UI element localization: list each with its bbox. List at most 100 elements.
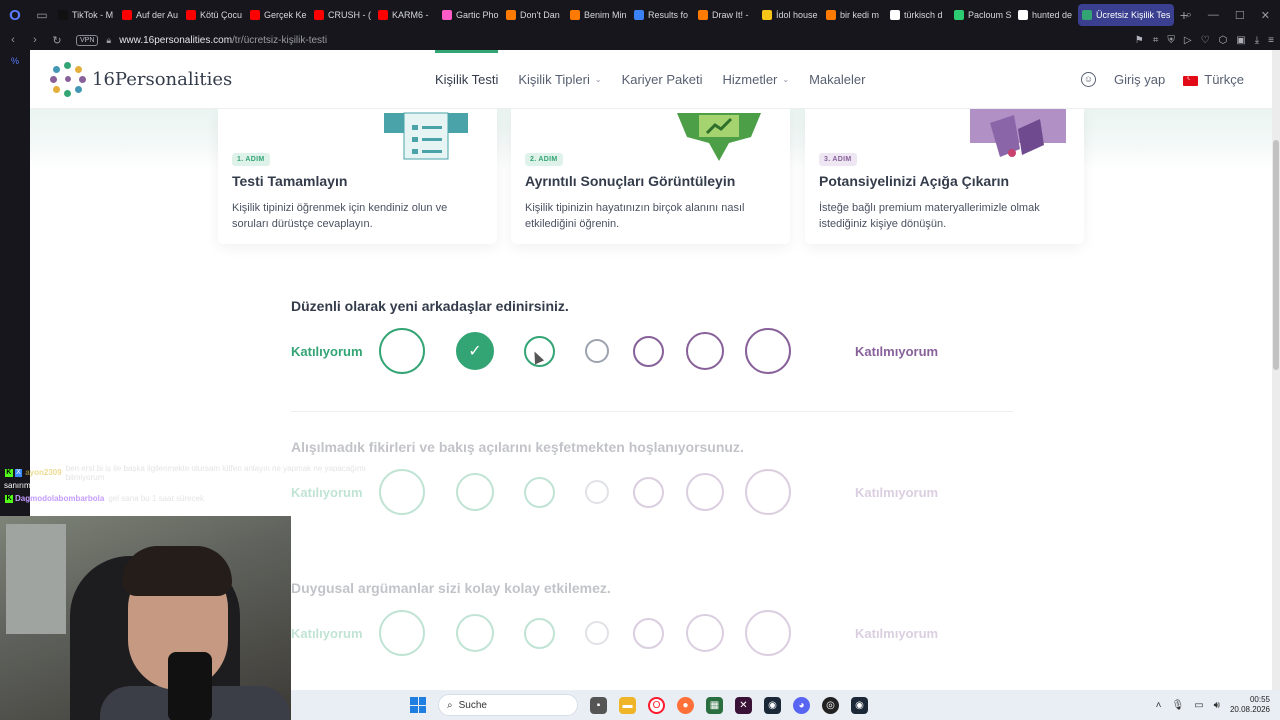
likert-option[interactable] [745, 328, 791, 374]
likert-option[interactable] [745, 610, 791, 656]
vpn-badge[interactable]: VPN [76, 34, 99, 46]
tab-label: Ücretsiz Kişilik Tes [1096, 10, 1171, 20]
browser-tab[interactable]: Gartic Pho [438, 4, 501, 26]
browser-tab[interactable]: hunted de [1014, 4, 1077, 26]
question-block[interactable]: Düzenli olarak yeni arkadaşlar edinirsin… [291, 298, 1021, 374]
heart-icon[interactable]: ♡ [1201, 35, 1210, 46]
likert-option[interactable] [456, 614, 494, 652]
workspaces-icon[interactable]: ▭ [30, 0, 54, 30]
browser-tab[interactable]: bir kedi m [822, 4, 885, 26]
likert-option[interactable]: ✓ [456, 332, 494, 370]
likert-option[interactable] [632, 335, 664, 367]
nav-item[interactable]: Kariyer Paketi [622, 50, 703, 109]
tab-label: türkisch d [904, 10, 943, 20]
nav-item[interactable]: Makaleler [809, 50, 865, 109]
shield-icon[interactable]: ⛨ [1167, 35, 1175, 46]
wallet-icon[interactable]: ▣ [1236, 35, 1245, 46]
network-icon[interactable]: ▭ [1194, 700, 1203, 711]
task-view-icon[interactable]: ▪ [590, 696, 607, 714]
chevron-down-icon: ⌄ [594, 75, 602, 84]
browser-tab[interactable]: Draw It! - [694, 4, 757, 26]
maximize-icon[interactable]: ☐ [1235, 9, 1245, 22]
scrollbar-thumb[interactable] [1273, 140, 1279, 370]
question-block[interactable]: Duygusal argümanlar sizi kolay kolay etk… [291, 580, 1021, 656]
browser-tab[interactable]: TikTok - M [54, 4, 117, 26]
browser-tab[interactable]: Pacloum S [950, 4, 1013, 26]
likert-option[interactable] [686, 473, 724, 511]
page-scrollbar[interactable] [1272, 50, 1280, 690]
step-badge: 1. ADIM [232, 153, 270, 166]
start-button[interactable] [410, 697, 426, 713]
likert-option[interactable] [585, 339, 609, 363]
likert-option[interactable] [585, 480, 609, 504]
nav-item[interactable]: Kişilik Tipleri ⌄ [518, 50, 601, 109]
taskbar-search[interactable]: ⌕ Suche [438, 694, 578, 716]
steam-icon[interactable]: ◉ [764, 696, 781, 714]
likert-option[interactable] [686, 614, 724, 652]
opera-logo-icon[interactable]: O [0, 0, 30, 30]
likert-option[interactable] [523, 476, 555, 508]
opera-gx-icon[interactable]: O [648, 696, 665, 714]
reload-icon[interactable]: ↻ [48, 34, 66, 47]
step-illustration [970, 109, 1066, 161]
nav-item[interactable]: Kişilik Testi [435, 50, 499, 109]
capcut-icon[interactable]: ✕ [735, 696, 752, 714]
forward-icon[interactable]: › [26, 34, 44, 46]
likert-option[interactable] [456, 473, 494, 511]
download-icon[interactable]: ⤓ [1255, 35, 1259, 46]
browser-tab[interactable]: türkisch d [886, 4, 949, 26]
language-selector[interactable]: Türkçe [1183, 72, 1244, 87]
likert-option[interactable] [585, 621, 609, 645]
likert-option[interactable] [632, 476, 664, 508]
steam-icon-2[interactable]: ◉ [851, 696, 868, 714]
likert-option[interactable] [745, 469, 791, 515]
browser-tab[interactable]: Don't Dan [502, 4, 565, 26]
browser-tab[interactable]: Benim Min [566, 4, 629, 26]
browser-tab[interactable]: CRUSH - ( [310, 4, 373, 26]
browser-tab[interactable]: Ücretsiz Kişilik Tes [1078, 4, 1174, 26]
question-block[interactable]: Alışılmadık fikirleri ve bakış açılarını… [291, 439, 1021, 515]
tab-favicon-icon [570, 10, 580, 20]
volume-icon[interactable]: 🔊︎ [1214, 700, 1220, 711]
disagree-label: Katılmıyorum [855, 485, 939, 500]
file-explorer-icon[interactable]: ▬ [619, 696, 636, 714]
lock-icon[interactable]: 🔒︎ [106, 35, 111, 46]
nav-item[interactable]: Hizmetler ⌄ [722, 50, 789, 109]
url-field[interactable]: www.16personalities.com/tr/ücretsiz-kişi… [119, 35, 327, 46]
likert-option[interactable] [379, 328, 425, 374]
url-path: /tr/ücretsiz-kişilik-testi [232, 34, 328, 46]
firefox-icon[interactable]: ● [677, 696, 694, 714]
browser-tab[interactable]: Gerçek Ke [246, 4, 309, 26]
system-clock[interactable]: 00:55 20.08.2026 [1230, 695, 1270, 715]
minimize-icon[interactable]: — [1208, 9, 1219, 21]
browser-tab[interactable]: Results fo [630, 4, 693, 26]
taskbar-search-placeholder: Suche [458, 699, 487, 711]
step-description: Kişilik tipinizi öğrenmek için kendiniz … [232, 202, 448, 230]
browser-tab[interactable]: İdol house [758, 4, 821, 26]
bookmark-icon[interactable]: ⚑ [1135, 35, 1144, 46]
play-icon[interactable]: ▷ [1184, 35, 1192, 46]
tab-label: Gartic Pho [456, 10, 499, 20]
tray-chevron-icon[interactable]: ˄ [1156, 700, 1162, 711]
extensions-icon[interactable]: ⬡ [1219, 35, 1228, 46]
likert-option[interactable] [686, 332, 724, 370]
excel-icon[interactable]: ▦ [706, 696, 723, 714]
question-text: Düzenli olarak yeni arkadaşlar edinirsin… [291, 298, 569, 314]
browser-tab[interactable]: Kötü Çocu [182, 4, 245, 26]
browser-tab[interactable]: KARM6 - [374, 4, 437, 26]
discord-icon[interactable]: ◕ [793, 696, 810, 714]
search-tabs-icon[interactable]: ⌕ [1186, 9, 1192, 22]
obs-icon[interactable]: ◎ [822, 696, 839, 714]
brand-logo[interactable]: 16Personalities [50, 61, 232, 97]
likert-option[interactable] [379, 610, 425, 656]
menu-icon[interactable]: ≡ [1268, 35, 1274, 46]
back-icon[interactable]: ‹ [4, 34, 22, 46]
accessibility-icon[interactable]: ☺ [1080, 72, 1096, 87]
browser-tab[interactable]: Auf der Au [118, 4, 181, 26]
likert-option[interactable] [523, 617, 555, 649]
login-link[interactable]: Giriş yap [1114, 72, 1165, 87]
likert-option[interactable] [632, 617, 664, 649]
snapshot-icon[interactable]: ⌗ [1153, 35, 1159, 46]
microphone-tray-icon[interactable]: 🎙︎ [1171, 700, 1184, 711]
close-window-icon[interactable]: ✕ [1261, 9, 1270, 22]
